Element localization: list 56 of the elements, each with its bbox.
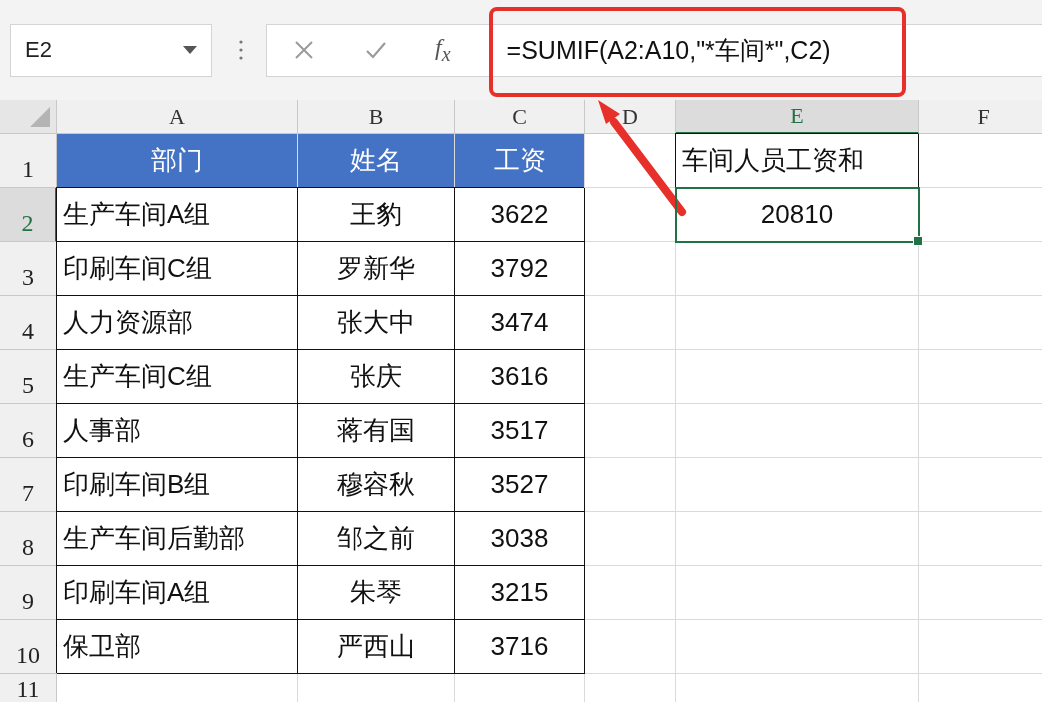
- row-header[interactable]: 3: [0, 242, 57, 296]
- table-cell: 生产车间A组: [57, 188, 298, 242]
- table-cell: 3215: [455, 566, 585, 620]
- table-cell: 3616: [455, 350, 585, 404]
- table-cell: 生产车间后勤部: [57, 512, 298, 566]
- column-header[interactable]: B: [298, 100, 455, 134]
- table-cell: 印刷车间A组: [57, 566, 298, 620]
- row-header[interactable]: 9: [0, 566, 57, 620]
- table-cell: 张庆: [298, 350, 455, 404]
- row-header[interactable]: 11: [0, 674, 57, 702]
- formula-input[interactable]: =SUMIF(A2:A10,"*车间*",C2): [506, 33, 831, 67]
- row-header[interactable]: 1: [0, 134, 57, 188]
- column-header[interactable]: E: [676, 100, 919, 134]
- table-cell: 3527: [455, 458, 585, 512]
- row-header[interactable]: 4: [0, 296, 57, 350]
- table-cell: 车间人员工资和: [676, 134, 919, 188]
- table-cell: 3792: [455, 242, 585, 296]
- row-header[interactable]: 10: [0, 620, 57, 674]
- table-cell: 罗新华: [298, 242, 455, 296]
- select-all-icon[interactable]: [30, 107, 50, 127]
- row-header[interactable]: 5: [0, 350, 57, 404]
- insert-function-button[interactable]: f$_{x}$: [435, 34, 451, 66]
- table-cell: 3716: [455, 620, 585, 674]
- dropdown-icon[interactable]: [183, 46, 197, 54]
- table-cell: 人力资源部: [57, 296, 298, 350]
- table-cell: 邹之前: [298, 512, 455, 566]
- table-cell: 张大中: [298, 296, 455, 350]
- table-header-cell: 部门: [57, 134, 298, 188]
- table-cell: 3038: [455, 512, 585, 566]
- table-cell: 3517: [455, 404, 585, 458]
- row-header[interactable]: 6: [0, 404, 57, 458]
- table-cell: 蒋有国: [298, 404, 455, 458]
- row-header[interactable]: 8: [0, 512, 57, 566]
- column-header[interactable]: C: [455, 100, 585, 134]
- table-cell: 王豹: [298, 188, 455, 242]
- name-box[interactable]: E2: [10, 23, 212, 77]
- table-cell: 20810: [676, 188, 919, 242]
- table-header-cell: 工资: [455, 134, 585, 188]
- grip-icon: [238, 39, 244, 61]
- table-cell: 印刷车间B组: [57, 458, 298, 512]
- column-header[interactable]: A: [57, 100, 298, 134]
- table-cell: 穆容秋: [298, 458, 455, 512]
- fill-handle[interactable]: [913, 236, 923, 246]
- table-cell: 印刷车间C组: [57, 242, 298, 296]
- column-header[interactable]: F: [919, 100, 1042, 134]
- table-cell: 保卫部: [57, 620, 298, 674]
- table-cell: 朱琴: [298, 566, 455, 620]
- table-cell: 人事部: [57, 404, 298, 458]
- close-icon[interactable]: [293, 39, 315, 61]
- table-cell: 3622: [455, 188, 585, 242]
- table-cell: 生产车间C组: [57, 350, 298, 404]
- table-cell: 3474: [455, 296, 585, 350]
- table-header-cell: 姓名: [298, 134, 455, 188]
- row-header[interactable]: 2: [0, 188, 57, 242]
- row-header[interactable]: 7: [0, 458, 57, 512]
- table-cell: 严西山: [298, 620, 455, 674]
